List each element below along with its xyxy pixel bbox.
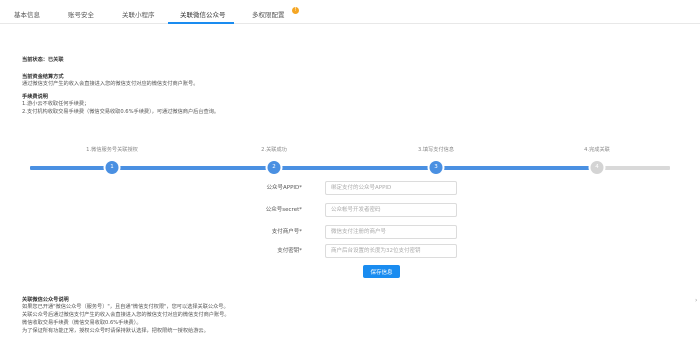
payment-method-desc: 通过微信支付产生的收入会直接进入您的微信支付对应的微信支付商户账号。 xyxy=(22,81,199,87)
save-button[interactable]: 保存信息 xyxy=(363,265,400,278)
fee-line-1: 1.游小云不收取任何手续费； xyxy=(22,101,90,107)
secret-label: 公众号secret* xyxy=(265,207,302,213)
step-label-4: 4.完成关联 xyxy=(584,147,610,153)
tab-wechat-official-account[interactable]: 关联微信公众号 xyxy=(180,9,226,19)
step-dot-1: 1 xyxy=(105,161,119,174)
progress-track-pending xyxy=(597,166,670,170)
active-tab-indicator xyxy=(168,22,234,24)
merchant-id-label: 支付商户号* xyxy=(271,229,302,235)
fee-title: 手续费说明 xyxy=(22,94,48,100)
tab-permission-config[interactable]: 多权限配置 xyxy=(252,9,285,19)
step-dot-2: 2 xyxy=(267,161,281,174)
note-line-3: 微信收取交易手续费（微信交易收取0.6%手续费）。 xyxy=(22,320,142,326)
side-marker-icon: › xyxy=(695,297,698,304)
tab-bar: 基本信息 账号安全 关联小程序 关联微信公众号 多权限配置 ! xyxy=(0,0,700,24)
status-text: 当前状态：已关联 xyxy=(22,57,64,63)
merchant-id-input[interactable] xyxy=(325,225,457,239)
warning-badge-icon: ! xyxy=(292,7,299,14)
step-label-1: 1.微信服务号关联授权 xyxy=(86,147,138,153)
tab-account-security[interactable]: 账号安全 xyxy=(68,9,94,19)
note-line-2: 关联公众号后通过微信支付产生的收入会直接进入您的微信支付对应的微信支付商户账号。 xyxy=(22,312,230,318)
tab-mini-program[interactable]: 关联小程序 xyxy=(122,9,155,19)
pay-key-input[interactable] xyxy=(325,244,457,258)
note-title: 关联微信公众号说明 xyxy=(22,297,69,303)
progress-steps: 1.微信服务号关联授权 2.关联成功 3.填写支付信息 4.完成关联 1 2 3… xyxy=(30,146,670,186)
pay-key-label: 支付密钥* xyxy=(277,248,302,254)
appid-label: 公众号APPID* xyxy=(266,185,302,191)
note-line-4: 为了保证所有功能正常，授权公众号时请保持默认选择，把权限统一授权给游云。 xyxy=(22,328,209,334)
tab-basic-info[interactable]: 基本信息 xyxy=(14,9,40,19)
step-dot-4: 4 xyxy=(590,161,604,174)
payment-method-title: 当前资金结算方式 xyxy=(22,74,64,80)
appid-input[interactable] xyxy=(325,181,457,195)
secret-input[interactable] xyxy=(325,203,457,217)
step-dot-3: 3 xyxy=(429,161,443,174)
step-label-2: 2.关联成功 xyxy=(261,147,287,153)
step-label-3: 3.填写支付信息 xyxy=(417,147,455,153)
note-line-1: 如果您已开通"微信公众号（服务号）"，且自通"微信支付权限"，您可以选择关联公众… xyxy=(22,304,229,310)
fee-line-2: 2.支付机构收取交易手续费（微信交易收取0.6%手续费），可通过微信商户后台查询… xyxy=(22,109,220,115)
